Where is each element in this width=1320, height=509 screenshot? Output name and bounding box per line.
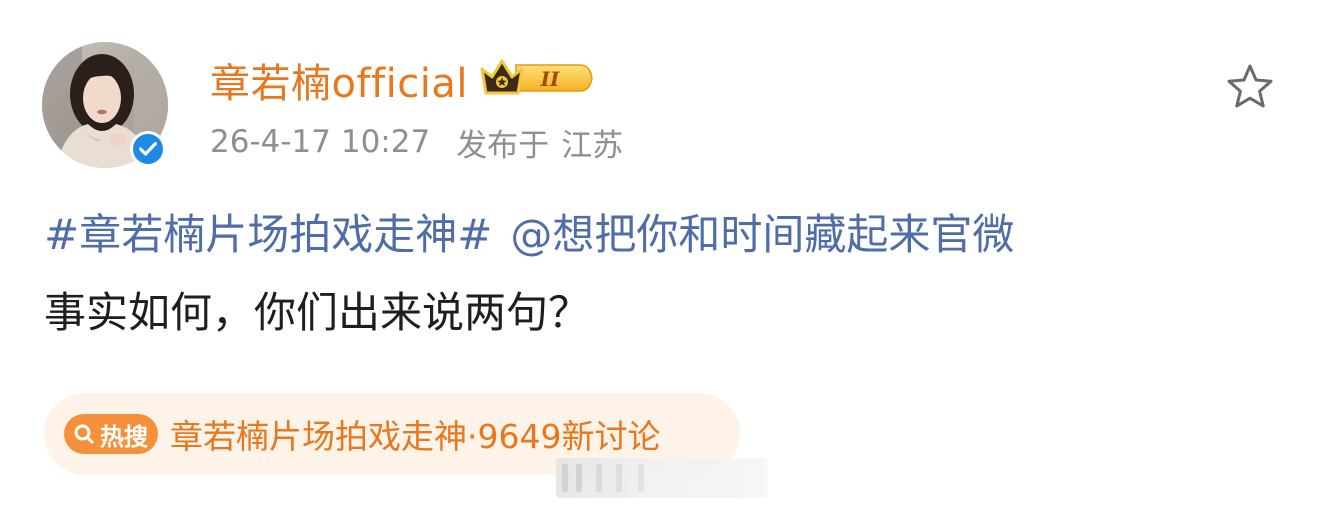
watermark-stroke <box>616 464 622 492</box>
mention-link[interactable]: @想把你和时间藏起来官微 <box>510 210 1014 259</box>
post-content-line-1: #章若楠片场拍戏走神# @想把你和时间藏起来官微 <box>44 196 1284 274</box>
post-timestamp: 26-4-17 10:27 <box>210 124 431 160</box>
username-link[interactable]: 章若楠official <box>210 51 468 109</box>
watermark-stroke <box>638 464 644 492</box>
location-prefix: 发布于 <box>456 127 550 164</box>
verified-badge <box>130 131 166 167</box>
vip-level-label: II <box>540 67 560 91</box>
topic-hashtag-link[interactable]: #章若楠片场拍戏走神# <box>44 210 492 259</box>
post-body-text: 事实如何，你们出来说两句？ <box>44 288 591 337</box>
hot-search-tag-label: 热搜 <box>100 422 148 451</box>
watermark-stroke <box>596 464 602 492</box>
crown-badge-icon: II <box>480 59 593 95</box>
post-meta: 26-4-17 10:27 发布于 江苏 <box>210 120 623 164</box>
watermark-stroke <box>576 464 582 492</box>
post-location: 江苏 <box>561 127 624 164</box>
star-outline-icon <box>1227 64 1273 108</box>
blurred-watermark <box>556 458 768 498</box>
author-row: 章若楠official II <box>210 52 596 108</box>
hot-search-discussion-count: ·9649新讨论 <box>467 417 661 456</box>
watermark-stroke <box>562 464 568 492</box>
hot-search-tag: 热搜 <box>64 414 158 454</box>
weibo-post-card: 章若楠official II 26-4-17 10:27 发布于 江苏 #章若楠… <box>0 0 1320 509</box>
verified-check-icon <box>139 142 157 156</box>
post-content: #章若楠片场拍戏走神# @想把你和时间藏起来官微 事实如何，你们出来说两句？ <box>44 196 1284 352</box>
hot-search-title: 章若楠片场拍戏走神 <box>170 417 467 456</box>
search-icon <box>74 424 94 444</box>
favorite-button[interactable] <box>1222 58 1278 114</box>
vip-badge[interactable]: II <box>480 55 596 105</box>
